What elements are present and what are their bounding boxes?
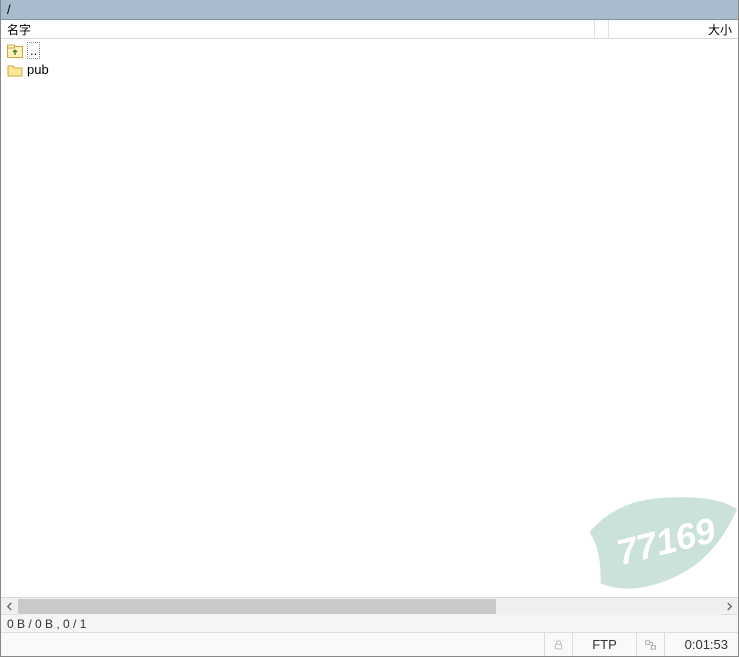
list-item[interactable]: pub [1,60,738,79]
status-footer-spacer [1,633,544,656]
chevron-down-icon [601,25,602,33]
chevron-left-icon [5,602,14,611]
lock-icon [553,638,564,652]
scroll-thumb[interactable] [18,599,496,614]
status-protocol-cell[interactable]: FTP [572,633,636,656]
status-elapsed-cell: 0:01:53 [664,633,738,656]
status-bar-footer: FTP 0:01:53 [1,632,738,656]
parent-folder-icon [7,43,23,59]
chevron-right-icon [725,602,734,611]
horizontal-scrollbar[interactable] [1,597,738,614]
column-header-dropdown[interactable] [595,20,609,38]
path-text: / [7,2,11,17]
path-bar[interactable]: / [1,0,738,20]
network-icon [645,638,656,652]
column-header-size[interactable]: 大小 [609,20,738,38]
file-list[interactable]: .. pub [1,39,738,597]
file-area: .. pub 77169 [1,39,738,597]
list-item[interactable]: .. [1,41,738,60]
folder-icon [7,62,23,78]
column-header-row: 名字 大小 [1,20,738,39]
column-header-name-label: 名字 [7,21,31,38]
status-elapsed-text: 0:01:53 [685,637,728,652]
scroll-left-button[interactable] [1,598,18,615]
list-item-label: pub [27,62,49,77]
column-header-name[interactable]: 名字 [1,20,595,38]
status-summary-text: 0 B / 0 B , 0 / 1 [7,617,86,631]
column-header-size-label: 大小 [708,21,732,38]
status-lock-cell[interactable] [544,633,572,656]
status-protocol-text: FTP [592,637,617,652]
scroll-right-button[interactable] [721,598,738,615]
scroll-track[interactable] [18,598,721,615]
status-network-cell[interactable] [636,633,664,656]
status-bar-summary: 0 B / 0 B , 0 / 1 [1,614,738,632]
list-item-label: .. [27,42,40,59]
